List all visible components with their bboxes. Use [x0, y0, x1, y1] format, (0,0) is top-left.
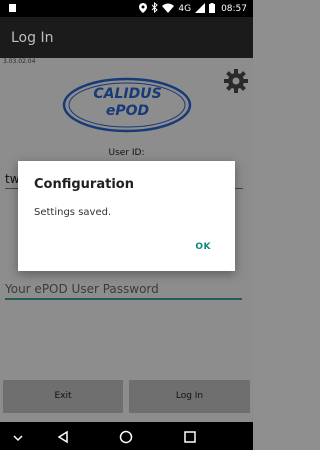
back-icon[interactable]	[56, 429, 70, 448]
recents-icon[interactable]	[183, 429, 197, 448]
ok-button[interactable]: OK	[195, 242, 211, 252]
bluetooth-icon	[151, 1, 159, 16]
location-icon	[139, 2, 148, 16]
page-title: Log In	[11, 30, 54, 46]
home-icon[interactable]	[119, 429, 133, 448]
battery-icon	[209, 2, 216, 16]
wifi-icon	[162, 3, 175, 16]
configuration-dialog: Configuration Settings saved. OK	[18, 161, 235, 271]
chevron-down-icon[interactable]	[12, 429, 24, 448]
network-type: 4G	[178, 4, 192, 14]
app-bar: Log In	[0, 17, 253, 58]
dialog-title: Configuration	[34, 177, 134, 192]
gear-icon[interactable]	[223, 68, 249, 94]
status-bar: 4G 08:57	[0, 0, 253, 17]
dialog-message: Settings saved.	[34, 207, 112, 218]
logo-text-calidus: CALIDUS	[93, 86, 162, 102]
signal-icon	[195, 2, 206, 16]
version-label: 3.03.02.04	[3, 58, 36, 65]
user-id-label: User ID:	[108, 148, 145, 158]
navigation-bar	[0, 422, 253, 450]
exit-button[interactable]: Exit	[3, 380, 123, 413]
status-icons: 4G 08:57	[139, 1, 247, 16]
logo-text-epod: ePOD	[105, 103, 150, 119]
clock: 08:57	[221, 4, 247, 14]
login-button[interactable]: Log In	[129, 380, 250, 413]
password-input[interactable]: Your ePOD User Password	[5, 280, 242, 300]
calidus-epod-logo: CALIDUS ePOD	[60, 74, 195, 136]
notification-icon	[8, 3, 17, 16]
